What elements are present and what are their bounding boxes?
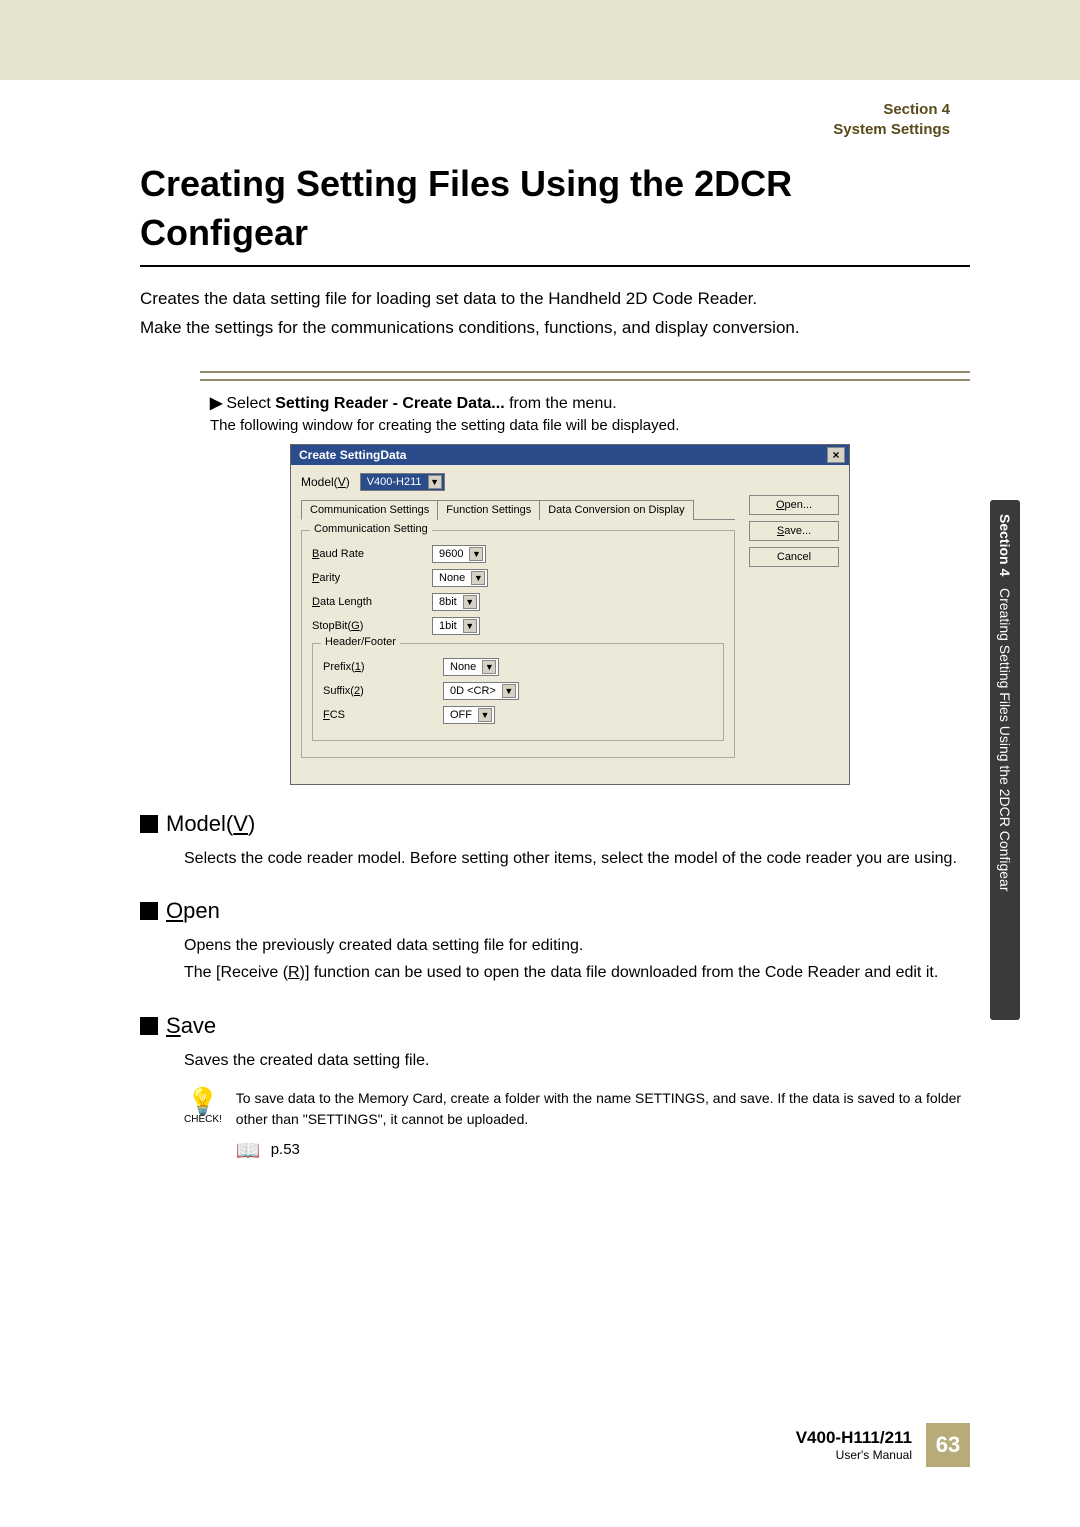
heading-save: Save <box>140 1013 970 1039</box>
suffix-select[interactable]: 0D <CR> ▼ <box>443 682 519 700</box>
page-number: 63 <box>926 1423 970 1467</box>
open-body-2-post: )] function can be used to open the data… <box>300 964 939 981</box>
baud-rate-value: 9600 <box>439 548 463 560</box>
save-body: Saves the created data setting file. <box>184 1047 970 1074</box>
lightbulb-icon: 💡 <box>184 1088 222 1114</box>
intro-block: Creates the data setting file for loadin… <box>140 285 970 343</box>
step-prefix: Select <box>226 395 275 412</box>
step-suffix: from the menu. <box>505 395 617 412</box>
fcs-select[interactable]: OFF ▼ <box>443 706 495 724</box>
parity-select[interactable]: None ▼ <box>432 569 488 587</box>
intro-line-1: Creates the data setting file for loadin… <box>140 285 970 314</box>
chevron-down-icon: ▼ <box>478 708 492 722</box>
heading-model-u: V <box>233 811 248 836</box>
model-value: V400-H211 <box>367 476 422 488</box>
prefix-select[interactable]: None ▼ <box>443 658 499 676</box>
data-length-select[interactable]: 8bit ▼ <box>432 593 480 611</box>
prefix-label: Prefix(1) <box>323 661 423 673</box>
parity-value: None <box>439 572 465 584</box>
check-text: To save data to the Memory Card, create … <box>236 1088 970 1130</box>
data-length-label: Data Length <box>312 596 412 608</box>
side-tab: Section 4 Creating Setting Files Using t… <box>990 500 1020 1020</box>
page-title: Creating Setting Files Using the 2DCR Co… <box>140 160 970 267</box>
model-select[interactable]: V400-H211 ▼ <box>360 473 445 491</box>
section-header: Section 4 System Settings <box>833 100 950 139</box>
create-settingdata-dialog: Create SettingData × Model(V) V400-H211 … <box>290 444 850 785</box>
step-instruction: ▶Select Setting Reader - Create Data... … <box>210 393 970 413</box>
reference-row: 📖 p.53 <box>236 1136 970 1166</box>
stopbit-value: 1bit <box>439 620 457 632</box>
heading-open: Open <box>140 898 970 924</box>
intro-line-2: Make the settings for the communications… <box>140 314 970 343</box>
check-icon-block: 💡 CHECK! <box>184 1088 222 1125</box>
tab-function-settings[interactable]: Function Settings <box>437 500 540 520</box>
fcs-value: OFF <box>450 709 472 721</box>
dialog-title-text: Create SettingData <box>299 448 406 462</box>
heading-save-post: ave <box>181 1013 216 1038</box>
side-tab-title: Creating Setting Files Using the 2DCR Co… <box>997 588 1013 891</box>
open-body-2: The [Receive (R)] function can be used t… <box>184 959 970 986</box>
data-length-value: 8bit <box>439 596 457 608</box>
heading-save-u: S <box>166 1013 181 1038</box>
check-note: 💡 CHECK! To save data to the Memory Card… <box>184 1088 970 1166</box>
book-icon: 📖 <box>236 1136 261 1166</box>
group-title-communication: Communication Setting <box>310 523 432 535</box>
check-text-block: To save data to the Memory Card, create … <box>236 1088 970 1166</box>
step-bold: Setting Reader - Create Data... <box>275 395 504 412</box>
chevron-down-icon: ▼ <box>469 547 483 561</box>
stopbit-label: StopBit(G) <box>312 620 412 632</box>
footer-text: V400-H111/211 User's Manual <box>796 1428 912 1463</box>
step-subtext: The following window for creating the se… <box>210 417 970 434</box>
parity-label: Parity <box>312 572 412 584</box>
chevron-down-icon: ▼ <box>463 619 477 633</box>
tab-communication-settings[interactable]: Communication Settings <box>301 500 438 520</box>
header-footer-group: Header/Footer Prefix(1) None▼ Suffix(2) … <box>312 643 724 741</box>
section-open: Open Opens the previously created data s… <box>140 898 970 986</box>
side-tab-section: Section 4 <box>997 514 1013 576</box>
play-arrow-icon: ▶ <box>210 395 222 412</box>
dialog-titlebar: Create SettingData × <box>291 445 849 465</box>
stopbit-select[interactable]: 1bit ▼ <box>432 617 480 635</box>
prefix-value: None <box>450 661 476 673</box>
section-save: Save Saves the created data setting file… <box>140 1013 970 1166</box>
section-divider <box>200 371 970 381</box>
footer-manual: User's Manual <box>796 1448 912 1462</box>
heading-model: Model(V) <box>140 811 970 837</box>
section-label: Section 4 <box>833 100 950 120</box>
heading-open-u: O <box>166 898 183 923</box>
heading-open-post: pen <box>183 898 220 923</box>
heading-model-post: ) <box>248 811 255 836</box>
chevron-down-icon: ▼ <box>463 595 477 609</box>
save-button[interactable]: Save... <box>749 521 839 541</box>
fcs-label: FCS <box>323 709 423 721</box>
baud-rate-select[interactable]: 9600 ▼ <box>432 545 486 563</box>
chevron-down-icon: ▼ <box>502 684 516 698</box>
check-label: CHECK! <box>184 1114 222 1125</box>
open-body-1: Opens the previously created data settin… <box>184 932 970 959</box>
close-icon[interactable]: × <box>827 447 845 463</box>
suffix-value: 0D <CR> <box>450 685 496 697</box>
communication-setting-group: Communication Setting Baud Rate 9600▼ Pa… <box>301 530 735 758</box>
suffix-label: Suffix(2) <box>323 685 423 697</box>
footer-model: V400-H111/211 <box>796 1428 912 1448</box>
cancel-button[interactable]: Cancel <box>749 547 839 567</box>
group-title-headerfooter: Header/Footer <box>321 636 400 648</box>
section-model: Model(V) Selects the code reader model. … <box>140 811 970 872</box>
reference-page: p.53 <box>271 1139 300 1162</box>
chevron-down-icon: ▼ <box>482 660 496 674</box>
step-block: ▶Select Setting Reader - Create Data... … <box>210 393 970 785</box>
tab-data-conversion[interactable]: Data Conversion on Display <box>539 500 693 520</box>
baud-rate-label: Baud Rate <box>312 548 412 560</box>
open-body-2-pre: The [Receive ( <box>184 964 288 981</box>
page-footer: V400-H111/211 User's Manual 63 <box>796 1423 970 1467</box>
open-button[interactable]: Open... <box>749 495 839 515</box>
chevron-down-icon: ▼ <box>428 475 442 489</box>
dialog-tabs: Communication Settings Function Settings… <box>301 499 735 520</box>
model-label: Model(V) <box>301 475 350 489</box>
chevron-down-icon: ▼ <box>471 571 485 585</box>
open-body-2-u: R <box>288 964 300 981</box>
heading-model-pre: Model( <box>166 811 233 836</box>
section-title: System Settings <box>833 120 950 140</box>
model-body: Selects the code reader model. Before se… <box>184 845 970 872</box>
